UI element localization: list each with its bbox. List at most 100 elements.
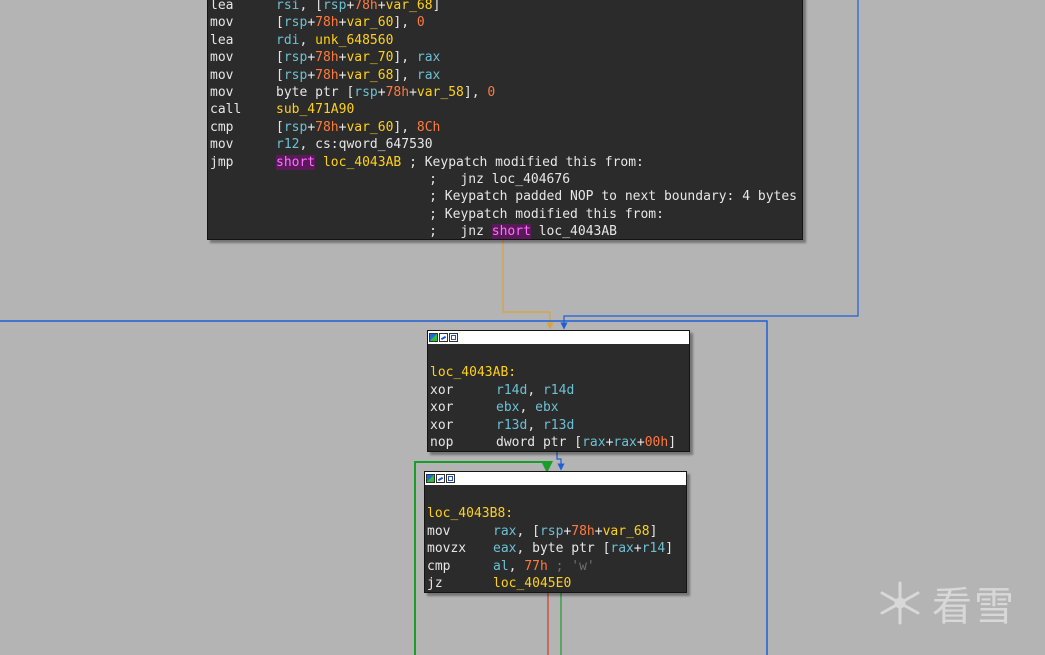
asm-operand: ; Keypatch modified this from: [210,206,664,222]
asm-operand: ], [393,67,417,83]
asm-line[interactable]: nop dword ptr [rax+rax+00h] [430,434,687,451]
asm-mnemonic[interactable]: jz [427,575,493,592]
asm-operand[interactable]: short [276,154,316,170]
watermark-text: 看雪 [932,584,1016,630]
asm-operand[interactable]: var_60 [346,120,393,135]
asm-mnemonic[interactable]: cmp [427,558,493,575]
asm-operand[interactable]: unk_648560 [315,33,393,48]
asm-line[interactable]: movzx eax, byte ptr [rax+r14] [427,540,684,557]
asm-operand[interactable]: var_70 [346,50,393,65]
asm-mnemonic[interactable]: mov [210,49,276,66]
asm-operand: + [377,84,386,100]
asm-operand: ], [393,15,417,31]
asm-mnemonic[interactable]: xor [430,417,496,434]
asm-operand: rsp [283,50,308,66]
asm-operand[interactable]: var_68 [603,524,650,539]
asm-line[interactable]: call sub_471A90 [210,101,800,118]
asm-operand: , [527,417,543,433]
asm-operand: ] [665,541,674,557]
group-icon[interactable] [446,474,455,483]
asm-mnemonic[interactable]: xor [430,382,496,399]
asm-line[interactable]: jz loc_4045E0 [427,575,684,592]
asm-operand: rsp [539,523,564,539]
asm-operand: + [307,50,316,66]
asm-mnemonic[interactable]: mov [210,67,276,84]
asm-operand: 78h [315,67,339,83]
asm-operand: [ [276,50,284,66]
asm-mnemonic[interactable]: xor [430,399,496,416]
group-icon[interactable] [449,333,458,342]
asm-operand[interactable]: loc_4045E0 [493,576,571,591]
code-block-top[interactable]: lea rsi, [rsp+78h+var_68] mov [rsp+78h+var_… [207,0,803,240]
block-titlebar[interactable] [425,472,686,486]
code-block-loc_4043B8[interactable]: loc_4043B8: mov rax, [rsp+78h+var_68] movz… [424,471,687,593]
asm-mnemonic[interactable]: nop [430,434,496,451]
asm-operand: 78h [571,523,595,539]
asm-operand: loc_4043AB [530,224,617,240]
asm-operand: rax [493,523,517,539]
asm-line[interactable]: mov r12, cs:qword_647530 [210,136,800,153]
block-label[interactable]: loc_4043B8: [427,505,684,522]
asm-line[interactable]: xor r14d, r14d [430,382,687,399]
asm-operand[interactable]: var_60 [346,15,393,30]
block-bot-listing: loc_4043B8: mov rax, [rsp+78h+var_68] movz… [425,486,686,592]
asm-operand: r14d [496,382,528,398]
asm-line[interactable]: ; Keypatch modified this from: [210,206,800,223]
asm-operand: + [636,434,645,450]
code-block-loc_4043AB[interactable]: loc_4043AB: xor r14d, r14d xor ebx, ebx xor r… [427,330,690,452]
asm-line[interactable]: lea rdi, unk_648560 [210,32,800,49]
asm-operand: r13d [542,417,575,433]
asm-mnemonic[interactable]: mov [427,523,493,540]
asm-operand[interactable]: sub_471A90 [276,102,354,117]
asm-mnemonic[interactable]: lea [210,32,276,49]
asm-line[interactable]: cmp [rsp+78h+var_60], 8Ch [210,119,800,136]
asm-operand: rsp [283,15,308,31]
asm-line[interactable]: xor ebx, ebx [430,399,687,416]
asm-operand: al [493,558,509,574]
block-top-listing: lea rsi, [rsp+78h+var_68] mov [rsp+78h+var_… [208,0,802,240]
asm-line[interactable]: lea rsi, [rsp+78h+var_68] [210,0,800,14]
asm-operand[interactable]: var_68 [386,0,433,13]
asm-mnemonic[interactable]: mov [210,136,276,153]
block-mid-listing: loc_4043AB: xor r14d, r14d xor ebx, ebx xor r… [428,345,689,451]
asm-mnemonic[interactable]: lea [210,0,276,14]
asm-mnemonic[interactable]: cmp [210,119,276,136]
asm-mnemonic[interactable]: jmp [210,154,276,171]
asm-operand[interactable]: loc_4043AB [323,155,401,170]
asm-operand[interactable]: short [491,224,531,240]
block-titlebar[interactable] [428,331,689,345]
asm-operand: ; Keypatch padded NOP to next boundary: … [210,189,797,205]
asm-mnemonic[interactable]: movzx [427,540,493,557]
asm-operand: ] [649,523,658,539]
asm-operand: 78h [385,84,410,100]
asm-operand: rsp [283,67,308,83]
asm-operand: + [633,541,642,557]
asm-mnemonic[interactable]: mov [210,84,276,101]
asm-line[interactable]: ; jnz short loc_4043AB [210,223,800,240]
asm-line[interactable]: ; jnz loc_404676 [210,171,800,188]
asm-mnemonic[interactable]: call [210,101,276,118]
asm-line[interactable]: ; Keypatch padded NOP to next boundary: … [210,188,800,205]
asm-operand[interactable]: var_68 [346,68,393,83]
asm-line[interactable]: mov byte ptr [rsp+78h+var_58], 0 [210,84,800,101]
graph-canvas[interactable]: lea rsi, [rsp+78h+var_68] mov [rsp+78h+var_… [0,0,1045,655]
color-icon[interactable] [429,333,438,342]
asm-operand[interactable]: var_58 [417,85,464,100]
graph-icon[interactable] [439,333,448,342]
asm-operand: r12 [276,137,300,153]
asm-line[interactable]: jmp short loc_4043AB ; Keypatch modified … [210,154,800,171]
asm-line[interactable]: xor r13d, r13d [430,417,687,434]
color-icon[interactable] [426,474,435,483]
asm-line[interactable]: mov [rsp+78h+var_68], rax [210,67,800,84]
block-label[interactable]: loc_4043AB: [430,364,687,381]
asm-line[interactable]: cmp al, 77h ; 'w' [427,558,684,575]
asm-line[interactable]: mov [rsp+78h+var_60], 0 [210,14,800,31]
asm-operand: + [409,84,417,100]
asm-line[interactable]: mov rax, [rsp+78h+var_68] [427,523,684,540]
asm-operand: ; Keypatch modified this from: [401,154,644,170]
graph-icon[interactable] [436,474,445,483]
asm-line[interactable]: mov [rsp+78h+var_70], rax [210,49,800,66]
asm-operand: [ [276,119,284,135]
asm-mnemonic[interactable]: mov [210,14,276,31]
edge-mid-to-bot-blue [556,451,565,471]
